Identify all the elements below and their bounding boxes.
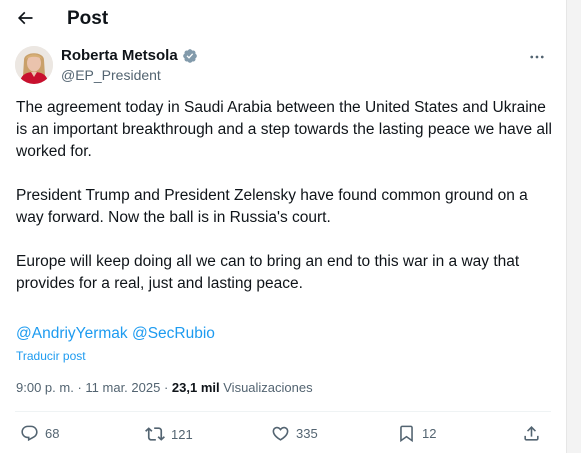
scrollbar[interactable] xyxy=(566,0,581,453)
divider xyxy=(15,411,551,412)
share-button[interactable] xyxy=(522,424,541,443)
reply-icon xyxy=(21,425,38,442)
post-text: The agreement today in Saudi Arabia betw… xyxy=(16,97,556,317)
author-handle[interactable]: @EP_President xyxy=(61,67,161,83)
post-paragraph: Europe will keep doing all we can to bri… xyxy=(16,253,520,292)
more-options-button[interactable] xyxy=(525,47,549,67)
post-date[interactable]: 11 mar. 2025 xyxy=(85,380,160,395)
post-time[interactable]: 9:00 p. m. xyxy=(16,380,74,395)
page-header: Post xyxy=(0,0,566,40)
meta-separator: · xyxy=(77,380,82,395)
meta-separator: · xyxy=(163,380,169,395)
bookmark-icon xyxy=(400,425,413,443)
post-actions-bar: 68 121 335 12 xyxy=(0,420,566,450)
like-button[interactable]: 335 xyxy=(271,424,318,443)
author-name-row: Roberta Metsola xyxy=(61,47,198,64)
bookmark-count: 12 xyxy=(422,426,437,441)
post-metadata: 9:00 p. m. · 11 mar. 2025 · 23,1 mil Vis… xyxy=(16,380,313,395)
avatar[interactable] xyxy=(15,46,53,84)
post-mentions: @AndriyYermak @SecRubio xyxy=(16,323,215,345)
verified-badge-icon xyxy=(182,48,197,63)
share-icon xyxy=(524,426,539,441)
post-page: Post Roberta Metsola @EP_President The a… xyxy=(0,0,566,453)
repost-count: 121 xyxy=(171,426,193,442)
translate-post-link[interactable]: Traducir post xyxy=(16,349,86,363)
arrow-left-icon xyxy=(17,11,33,25)
repost-button[interactable]: 121 xyxy=(145,424,193,444)
back-button[interactable] xyxy=(10,3,40,33)
post-paragraph: The agreement today in Saudi Arabia betw… xyxy=(16,99,552,160)
mention-link[interactable]: @SecRubio xyxy=(132,325,215,342)
mention-link[interactable]: @AndriyYermak xyxy=(16,325,128,342)
more-horizontal-icon xyxy=(530,55,544,59)
reply-button[interactable]: 68 xyxy=(20,424,59,443)
page-title: Post xyxy=(67,8,109,29)
like-count: 335 xyxy=(296,426,318,441)
views-count: 23,1 mil xyxy=(171,380,220,395)
reply-count: 68 xyxy=(45,426,60,441)
post-author: Roberta Metsola @EP_President xyxy=(15,46,555,88)
post-paragraph: President Trump and President Zelensky h… xyxy=(16,187,528,226)
heart-icon xyxy=(272,426,289,441)
views-label: Visualizaciones xyxy=(223,380,313,395)
repost-icon xyxy=(145,427,165,441)
bookmark-button[interactable]: 12 xyxy=(397,424,436,443)
author-display-name[interactable]: Roberta Metsola xyxy=(61,47,178,64)
